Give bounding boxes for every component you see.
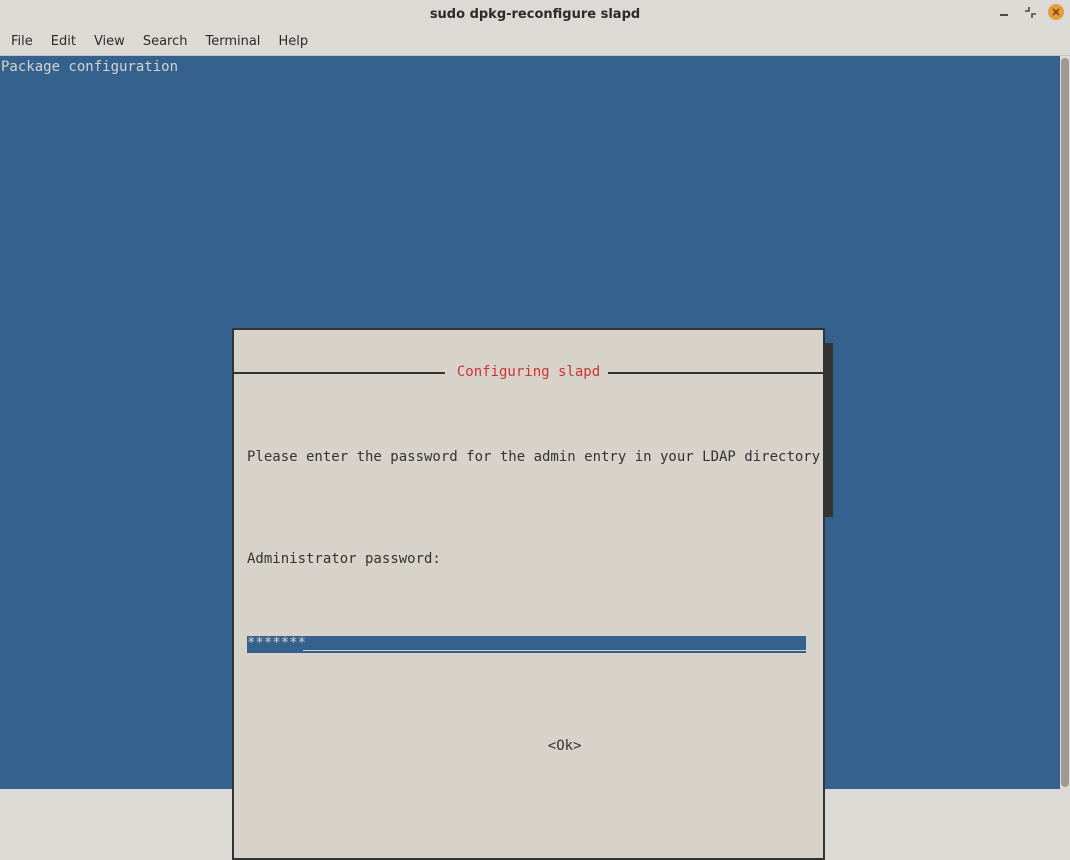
- dialog-field-label: Administrator password:: [247, 551, 810, 568]
- dialog-title-line: [608, 372, 823, 374]
- scrollbar[interactable]: [1060, 56, 1070, 789]
- dialog-title-line: [234, 372, 457, 374]
- maximize-icon: [1025, 7, 1036, 18]
- config-dialog: Configuring slapd Please enter the passw…: [232, 328, 825, 860]
- menu-file[interactable]: File: [2, 30, 42, 53]
- ok-button[interactable]: <Ok>: [548, 738, 582, 755]
- minimize-button[interactable]: [996, 4, 1012, 20]
- menu-terminal[interactable]: Terminal: [196, 30, 269, 53]
- minimize-icon: [999, 7, 1009, 17]
- titlebar: sudo dpkg-reconfigure slapd: [0, 0, 1070, 28]
- administrator-password-input[interactable]: *******: [247, 636, 806, 653]
- close-icon: [1051, 7, 1061, 17]
- dialog-body: Please enter the password for the admin …: [247, 415, 810, 806]
- menu-edit[interactable]: Edit: [42, 30, 85, 53]
- menu-view[interactable]: View: [85, 30, 134, 53]
- blank-line: [247, 500, 810, 517]
- maximize-button[interactable]: [1022, 4, 1038, 20]
- password-underline: [303, 650, 806, 652]
- package-configuration-label: Package configuration: [1, 59, 178, 76]
- dialog-prompt: Please enter the password for the admin …: [247, 449, 810, 466]
- close-button[interactable]: [1048, 4, 1064, 20]
- terminal-background[interactable]: Package configuration Configuring slapd …: [0, 56, 1060, 789]
- window-controls: [996, 4, 1064, 20]
- scrollbar-thumb[interactable]: [1061, 58, 1069, 787]
- terminal-area: Package configuration Configuring slapd …: [0, 56, 1070, 789]
- window-title: sudo dpkg-reconfigure slapd: [430, 7, 640, 22]
- menu-search[interactable]: Search: [134, 30, 197, 53]
- menu-help[interactable]: Help: [269, 30, 317, 53]
- password-value: *******: [247, 635, 306, 652]
- dialog-title: Configuring slapd: [444, 364, 612, 381]
- dialog-title-row: Configuring slapd: [247, 364, 810, 373]
- menubar: File Edit View Search Terminal Help: [0, 28, 1070, 56]
- dialog-actions: <Ok>: [247, 721, 810, 772]
